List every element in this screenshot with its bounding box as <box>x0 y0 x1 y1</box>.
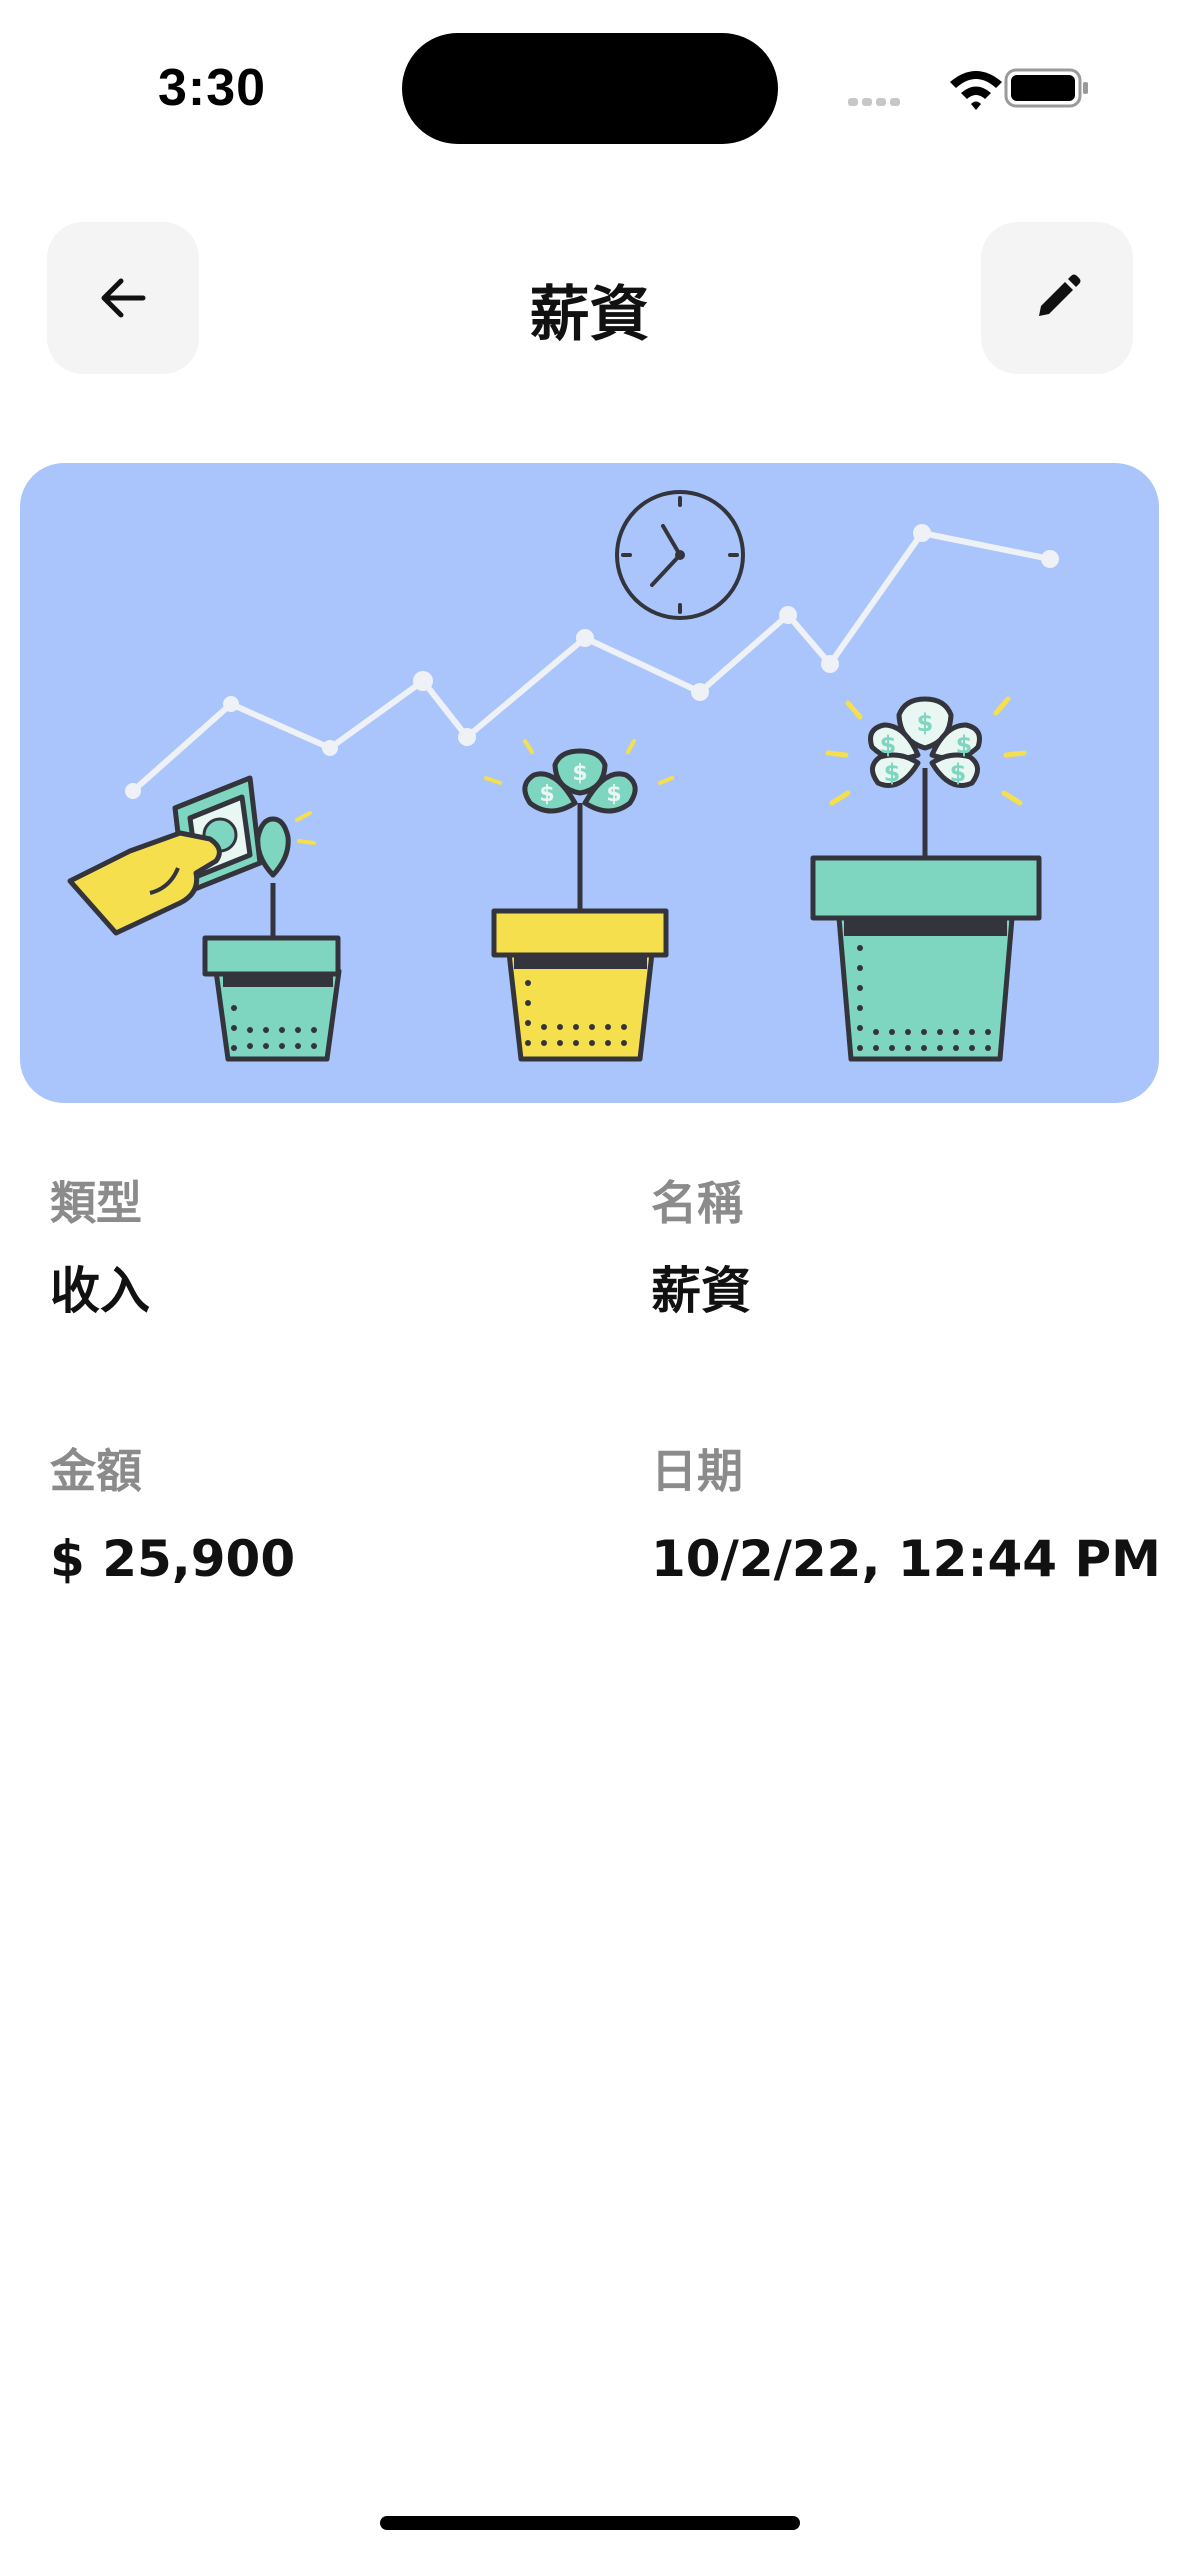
svg-text:$: $ <box>880 731 897 759</box>
amount-field: 金額 $ 25,900 <box>50 1448 570 1584</box>
svg-text:$: $ <box>884 759 901 787</box>
date-value: 10/2/22, 12:44 PM <box>651 1530 1161 1588</box>
type-value: 收入 <box>50 1262 150 1320</box>
nav-bar: 薪資 <box>0 222 1179 377</box>
home-indicator[interactable] <box>380 2516 800 2530</box>
status-bar: 3:30 <box>0 0 1179 170</box>
date-field: 日期 10/2/22, 12:44 PM <box>651 1448 1171 1584</box>
svg-text:$: $ <box>606 782 621 807</box>
edit-button[interactable] <box>981 222 1133 374</box>
name-label: 名稱 <box>651 1176 743 1230</box>
status-icons <box>848 68 1088 110</box>
name-field: 名稱 薪資 <box>651 1180 1171 1316</box>
medium-pot <box>491 748 669 1062</box>
name-value: 薪資 <box>651 1262 751 1320</box>
clock-icon <box>615 490 745 620</box>
battery-icon <box>1004 68 1088 108</box>
pencil-icon <box>1039 274 1081 316</box>
svg-text:$: $ <box>950 759 967 787</box>
hand-with-money <box>67 775 263 936</box>
amount-value: $ 25,900 <box>50 1530 296 1588</box>
svg-text:$: $ <box>917 709 934 737</box>
svg-text:$: $ <box>539 782 554 807</box>
status-time: 3:30 <box>158 59 267 117</box>
signal-icon <box>848 98 900 106</box>
type-field: 類型 收入 <box>50 1180 570 1316</box>
date-label: 日期 <box>651 1444 743 1498</box>
amount-label: 金額 <box>50 1444 142 1498</box>
money-plants-illustration: $$ $ $$ $ $ $ <box>67 490 1059 1062</box>
type-label: 類型 <box>50 1176 142 1230</box>
svg-text:$: $ <box>956 731 973 759</box>
dynamic-island <box>402 33 778 144</box>
hero-illustration: $ $ $ $ $ $ $ $ <box>20 463 1159 1103</box>
wifi-icon <box>950 71 1002 110</box>
svg-text:$: $ <box>572 761 587 786</box>
